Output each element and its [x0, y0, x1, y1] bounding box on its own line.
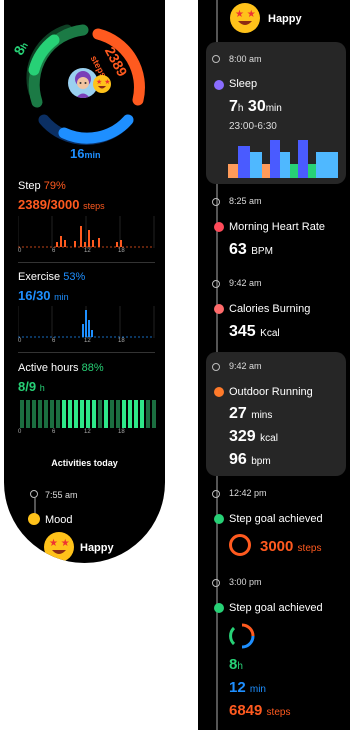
calories-title: Calories Burning: [229, 303, 311, 315]
sleep-time: 8:00 am: [229, 54, 262, 64]
running-title: Outdoor Running: [229, 386, 313, 398]
activities-today-heading: Activities today: [51, 458, 118, 468]
svg-text:★ ★: ★ ★: [49, 538, 70, 549]
goal1-time: 12:42 pm: [229, 488, 267, 498]
exercise-stat-label: Exercise 53%: [18, 271, 86, 283]
watch-summary-screen: 8h 2389 steps 16min ★ ★ Step 79% 2389/30…: [4, 0, 165, 563]
flag-icon: [214, 514, 224, 524]
happy-emoji-icon: ★ ★: [44, 532, 74, 562]
calories-value: 345 Kcal: [229, 323, 280, 340]
flag-icon: [214, 603, 224, 613]
active-hours-chart: [20, 400, 156, 428]
top-mood-value: Happy: [268, 13, 302, 25]
goal2-hours: 8h: [229, 656, 243, 673]
timeline-dot: [212, 363, 220, 371]
goal2-ring-icon: [229, 623, 255, 649]
running-time: 9:42 am: [229, 361, 262, 371]
sleep-range: 23:00-6:30: [229, 121, 277, 132]
goal2-title: Step goal achieved: [229, 602, 323, 614]
timeline-dot: [212, 579, 220, 587]
mood-icon: [28, 513, 40, 525]
calories-time: 9:42 am: [229, 278, 262, 288]
svg-text:★ ★: ★ ★: [96, 78, 111, 86]
heart-value: 63 BPM: [229, 241, 273, 258]
mood-value: Happy: [80, 542, 114, 554]
timeline-time: 7:55 am: [45, 490, 78, 500]
heart-title: Morning Heart Rate: [229, 221, 325, 233]
mood-title: Mood: [45, 514, 73, 526]
goal1-value: 3000 steps: [260, 538, 322, 555]
sleep-duration: 7h 30min: [229, 98, 282, 115]
timeline-dot: [212, 280, 220, 288]
step-stat-label: Step 79%: [18, 180, 66, 192]
sleep-stage-chart: [228, 140, 338, 178]
running-bpm: 96 bpm: [229, 451, 271, 468]
active-hours-value: 8/9 h: [18, 379, 45, 394]
goal2-time: 3:00 pm: [229, 577, 262, 587]
activity-timeline-screen: ★ ★ Happy 8:00 am Sleep 7h 30min 23:00-6…: [198, 0, 350, 730]
timeline-dot: [30, 490, 38, 498]
moon-icon: [214, 80, 224, 90]
heart-icon: [214, 222, 224, 232]
timeline-dot: [212, 198, 220, 206]
running-kcal: 329 kcal: [229, 428, 278, 445]
step-chart-axis: 0 6 12 18: [18, 248, 125, 254]
mood-emoji-icon: ★ ★: [93, 75, 111, 93]
exercise-chart-axis: 0 6 12 18: [18, 338, 125, 344]
goal2-steps: 6849 steps: [229, 702, 291, 719]
flame-icon: [214, 304, 224, 314]
heart-time: 8:25 am: [229, 196, 262, 206]
sleep-title: Sleep: [229, 78, 258, 90]
goal2-mins: 12 min: [229, 679, 266, 696]
goal1-title: Step goal achieved: [229, 513, 323, 525]
running-icon: [214, 387, 224, 397]
svg-text:★ ★: ★ ★: [235, 9, 256, 20]
active-chart-axis: 0 6 12 18: [18, 429, 125, 435]
timeline-dot: [212, 55, 220, 63]
timeline-dot: [212, 490, 220, 498]
running-mins: 27 mins: [229, 405, 273, 422]
goal-ring-icon: [229, 534, 251, 556]
step-stat-value: 2389/3000 steps: [18, 197, 105, 212]
active-hours-label: Active hours 88%: [18, 362, 104, 374]
running-card[interactable]: [206, 352, 346, 476]
exercise-stat-value: 16/30 min: [18, 288, 69, 303]
happy-emoji-icon: ★ ★: [230, 3, 260, 33]
ring-minutes-value: 16min: [70, 146, 101, 161]
